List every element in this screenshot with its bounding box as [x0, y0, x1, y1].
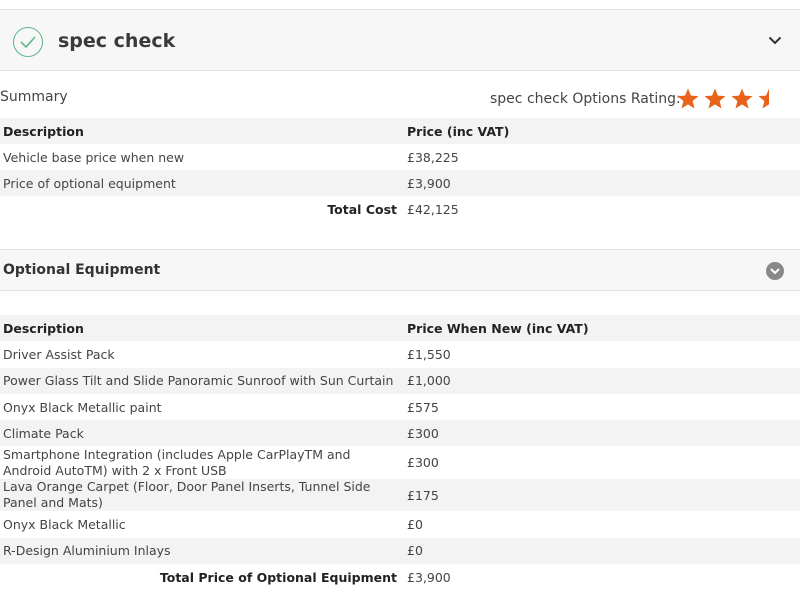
row-price: £0 [400, 537, 800, 565]
half-star-icon [758, 88, 769, 109]
options-rating-label: spec check Options Rating: [490, 91, 681, 107]
chevron-down-circle-icon[interactable] [766, 262, 784, 280]
row-description: Onyx Black Metallic [3, 517, 126, 533]
row-description: Price of optional equipment [0, 170, 400, 196]
row-price: £575 [407, 399, 439, 415]
row-description: Smartphone Integration (includes Apple C… [3, 446, 351, 478]
row-price: £0 [407, 517, 423, 533]
row-description: Lava Orange Carpet (Floor, Door Panel In… [0, 478, 400, 512]
star-icon [677, 88, 699, 109]
table-row: Price of optional equipment £3,900 [0, 170, 800, 196]
summary-table: Description Price (inc VAT) Vehicle base… [0, 118, 800, 222]
table-row: Onyx Black Metallic paint £575 [0, 394, 800, 420]
check-circle-icon [13, 27, 43, 57]
total-row: Total Price of Optional Equipment £3,900 [0, 564, 800, 590]
total-label: Total Price of Optional Equipment [159, 569, 397, 585]
table-header-row: Description Price When New (inc VAT) [0, 315, 800, 342]
table-row: Lava Orange Carpet (Floor, Door Panel In… [0, 478, 800, 512]
row-price: £1,000 [400, 367, 800, 394]
star-icon [731, 88, 753, 109]
optional-equipment-table: Description Price When New (inc VAT) Dri… [0, 315, 800, 590]
total-value: £3,900 [407, 569, 451, 585]
total-row: Total Cost £42,125 [0, 196, 800, 222]
section-title: spec check [58, 30, 176, 52]
row-price: £300 [400, 420, 800, 447]
row-description: Climate Pack [0, 420, 400, 447]
row-description: Vehicle base price when new [3, 149, 185, 165]
table-row: R-Design Aluminium Inlays £0 [0, 537, 800, 565]
table-row: Vehicle base price when new £38,225 [0, 144, 800, 170]
column-header: Description [0, 315, 400, 342]
row-description: Onyx Black Metallic paint [3, 399, 162, 415]
table-row: Smartphone Integration (includes Apple C… [0, 446, 800, 479]
star-icon [704, 88, 726, 109]
options-rating-stars [676, 87, 776, 111]
column-header: Price When New (inc VAT) [400, 315, 800, 342]
row-price: £3,900 [400, 170, 800, 196]
row-price: £1,550 [407, 346, 451, 362]
optional-equipment-header[interactable]: Optional Equipment [0, 249, 800, 291]
table-row: Driver Assist Pack £1,550 [0, 341, 800, 367]
chevron-down-icon[interactable] [768, 36, 782, 45]
total-label: Total Cost [327, 201, 397, 217]
row-description: Power Glass Tilt and Slide Panoramic Sun… [0, 367, 400, 394]
row-description: Driver Assist Pack [3, 346, 115, 362]
summary-label: Summary [0, 89, 68, 105]
table-row: Onyx Black Metallic £0 [0, 511, 800, 537]
table-header-row: Description Price (inc VAT) [0, 118, 800, 144]
row-price: £38,225 [407, 149, 459, 165]
row-description: R-Design Aluminium Inlays [0, 537, 400, 565]
optional-equipment-title: Optional Equipment [3, 262, 161, 278]
table-row: Power Glass Tilt and Slide Panoramic Sun… [0, 367, 800, 394]
spec-check-header[interactable]: spec check [0, 9, 800, 71]
column-header: Price (inc VAT) [400, 118, 800, 144]
column-header: Description [0, 118, 400, 144]
total-value: £42,125 [407, 201, 459, 217]
table-row: Climate Pack £300 [0, 420, 800, 447]
row-price: £175 [400, 478, 800, 512]
row-price: £300 [407, 455, 439, 471]
